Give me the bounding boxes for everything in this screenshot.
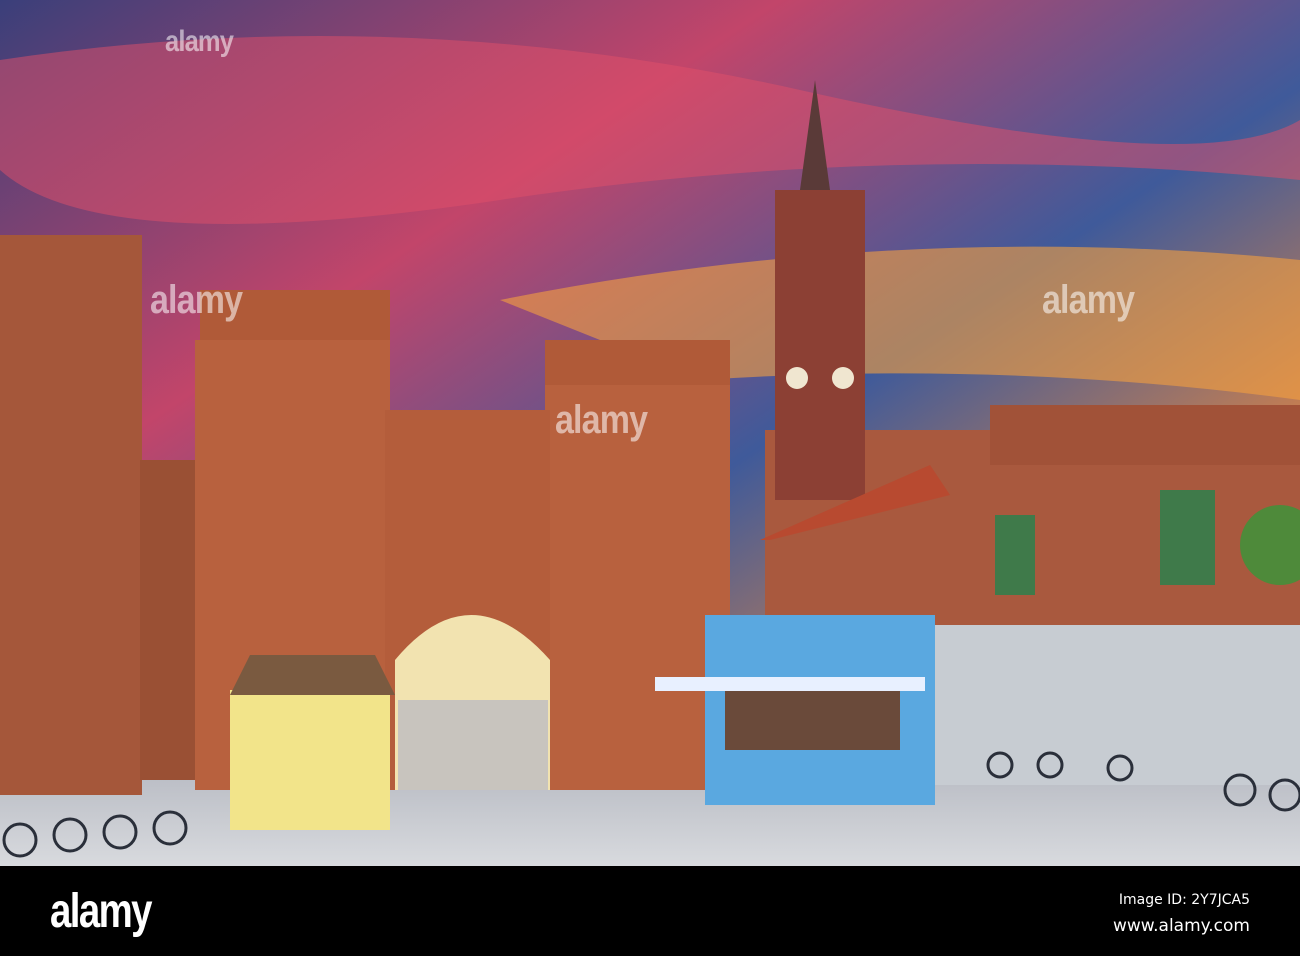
footer-bar: alamy Image ID: 2Y7JCA5 www.alamy.com (0, 866, 1300, 956)
church-tower (775, 190, 865, 500)
image-id: Image ID: 2Y7JCA5 (1118, 892, 1250, 908)
website-link[interactable]: www.alamy.com (1113, 916, 1250, 936)
watermark: alamy (1042, 278, 1135, 322)
alamy-logo: alamy (50, 885, 152, 938)
photo-landshut-gate (0, 0, 1300, 866)
yellow-kiosk (230, 690, 390, 830)
left-building (0, 235, 142, 795)
gate-tower-right (545, 385, 730, 790)
watermark: alamy (555, 398, 648, 442)
watermark: alamy (150, 278, 243, 322)
watermark: alamy (165, 25, 234, 58)
